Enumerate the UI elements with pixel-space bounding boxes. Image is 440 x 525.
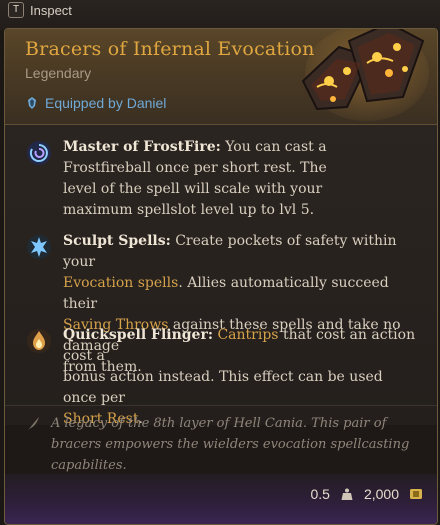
passive-name: Quickspell Flinger: — [63, 327, 214, 343]
passive-master-of-frostfire: Master of FrostFire: You can cast a Fros… — [25, 137, 417, 221]
bracers-item-icon — [301, 29, 429, 121]
inspect-label: Inspect — [30, 2, 72, 18]
flavor-text-block: A legacy of the 8th layer of Hell Cania.… — [25, 413, 417, 476]
quickspell-flinger-icon — [27, 329, 51, 353]
weight-value: 0.5 — [310, 486, 330, 502]
equipped-icon — [28, 97, 36, 109]
passive-text-b: bonus action instead. This effect can be… — [63, 369, 383, 406]
inspect-hint[interactable]: T Inspect — [8, 2, 72, 18]
item-meta: 0.5 2,000 — [310, 486, 423, 502]
section-divider — [5, 405, 437, 406]
item-title: Bracers of Infernal Evocation — [25, 38, 315, 60]
gold-icon — [410, 489, 422, 499]
tooltip-footer: 0.5 2,000 — [5, 474, 437, 524]
tooltip-body: Master of FrostFire: You can cast a Fros… — [5, 125, 437, 427]
equipped-status: Equipped by Daniel — [25, 95, 166, 111]
weight-icon — [341, 488, 353, 500]
cantrips-link[interactable]: Cantrips — [217, 327, 278, 343]
passive-text-1: You can cast a — [225, 139, 327, 155]
equipped-label: Equipped by Daniel — [45, 95, 167, 111]
item-rarity: Legendary — [25, 65, 92, 81]
sculpt-spells-icon — [27, 235, 51, 259]
passive-name: Master of FrostFire: — [63, 139, 221, 155]
price-value: 2,000 — [363, 486, 399, 502]
flavor-text: A legacy of the 8th layer of Hell Cania.… — [51, 416, 410, 473]
passive-text-4: maximum spellslot level up to lvl 5. — [63, 202, 315, 218]
item-tooltip: Bracers of Infernal Evocation Legendary … — [4, 28, 438, 525]
quill-icon — [27, 417, 39, 431]
evocation-spells-link[interactable]: Evocation spells — [63, 275, 178, 291]
passive-text-2: Frostfireball once per short rest. The — [63, 160, 327, 176]
keycap-t: T — [8, 2, 24, 18]
passive-name: Sculpt Spells: — [63, 233, 171, 249]
frost-spiral-icon — [27, 141, 51, 165]
passive-text-3: level of the spell will scale with your — [63, 181, 323, 197]
